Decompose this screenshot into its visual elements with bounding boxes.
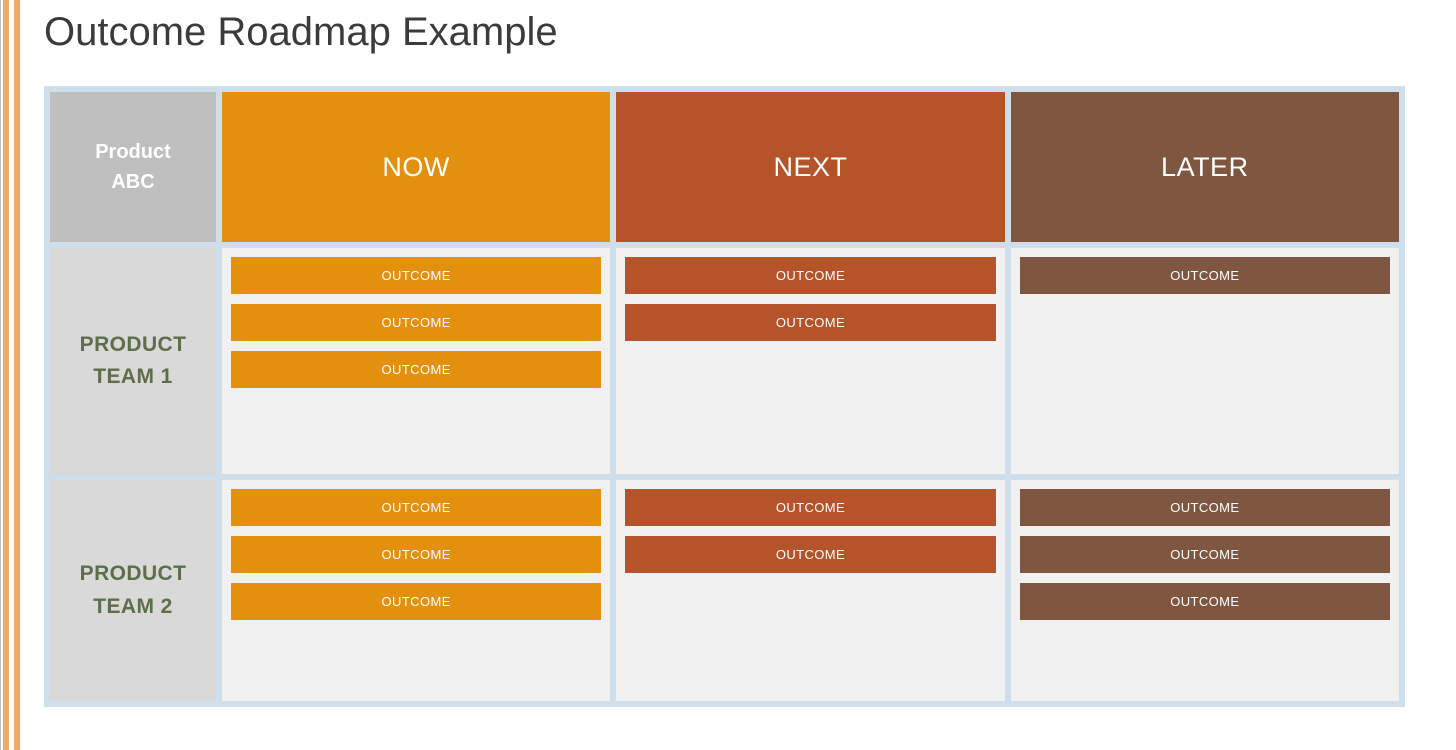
column-header-next-label: NEXT	[773, 151, 848, 182]
edge-stripe-inner	[14, 0, 20, 750]
edge-stripe-outer	[3, 0, 9, 750]
outcome-card[interactable]: OUTCOME	[625, 489, 996, 527]
page-title: Outcome Roadmap Example	[44, 10, 558, 54]
corner-label-line-1: Product	[95, 141, 171, 164]
outcome-card[interactable]: OUTCOME	[231, 257, 602, 295]
corner-header-product-abc: Product ABC	[50, 92, 216, 243]
outcome-card[interactable]: OUTCOME	[1019, 489, 1390, 527]
lane-team-2-next: OUTCOME OUTCOME	[616, 480, 1005, 701]
lane-team-1-now: OUTCOME OUTCOME OUTCOME	[222, 248, 611, 475]
roadmap-row-team-2: PRODUCT TEAM 2 OUTCOME OUTCOME OUTCOME O…	[50, 480, 1399, 701]
outcome-card[interactable]: OUTCOME	[625, 257, 996, 295]
edge-rule-line	[0, 0, 1, 750]
outcome-card[interactable]: OUTCOME	[231, 304, 602, 342]
lane-team-2-later: OUTCOME OUTCOME OUTCOME	[1010, 480, 1399, 701]
roadmap-table: Product ABC NOW NEXT LATER PRODUCT TEAM …	[44, 86, 1405, 707]
lane-team-1-next: OUTCOME OUTCOME	[616, 248, 1005, 475]
column-header-later[interactable]: LATER	[1010, 92, 1399, 243]
roadmap-header-row: Product ABC NOW NEXT LATER	[50, 92, 1399, 243]
column-header-next[interactable]: NEXT	[616, 92, 1005, 243]
slide-canvas: Outcome Roadmap Example Product ABC NOW …	[0, 0, 1456, 750]
outcome-card[interactable]: OUTCOME	[1019, 257, 1390, 295]
outcome-card[interactable]: OUTCOME	[231, 536, 602, 574]
corner-label-line-2: ABC	[111, 171, 155, 194]
column-header-later-label: LATER	[1161, 151, 1249, 182]
outcome-card[interactable]: OUTCOME	[1019, 583, 1390, 621]
roadmap-row-team-1: PRODUCT TEAM 1 OUTCOME OUTCOME OUTCOME O…	[50, 248, 1399, 475]
column-header-now-label: NOW	[382, 151, 450, 182]
lane-team-1-later: OUTCOME	[1010, 248, 1399, 475]
edge-stripe-decoration	[0, 0, 22, 750]
lane-team-2-now: OUTCOME OUTCOME OUTCOME	[222, 480, 611, 701]
column-header-now[interactable]: NOW	[222, 92, 611, 243]
outcome-card[interactable]: OUTCOME	[231, 489, 602, 527]
outcome-card[interactable]: OUTCOME	[1019, 536, 1390, 574]
team-2-label-line-2: TEAM 2	[93, 594, 173, 618]
outcome-card[interactable]: OUTCOME	[625, 536, 996, 574]
team-2-label-line-1: PRODUCT	[79, 562, 187, 586]
team-label-product-team-1: PRODUCT TEAM 1	[50, 248, 216, 475]
team-label-product-team-2: PRODUCT TEAM 2	[50, 480, 216, 701]
outcome-card[interactable]: OUTCOME	[625, 304, 996, 342]
outcome-card[interactable]: OUTCOME	[231, 351, 602, 389]
team-1-label-line-1: PRODUCT	[79, 332, 187, 356]
team-1-label-line-2: TEAM 1	[93, 365, 173, 389]
outcome-card[interactable]: OUTCOME	[231, 583, 602, 621]
